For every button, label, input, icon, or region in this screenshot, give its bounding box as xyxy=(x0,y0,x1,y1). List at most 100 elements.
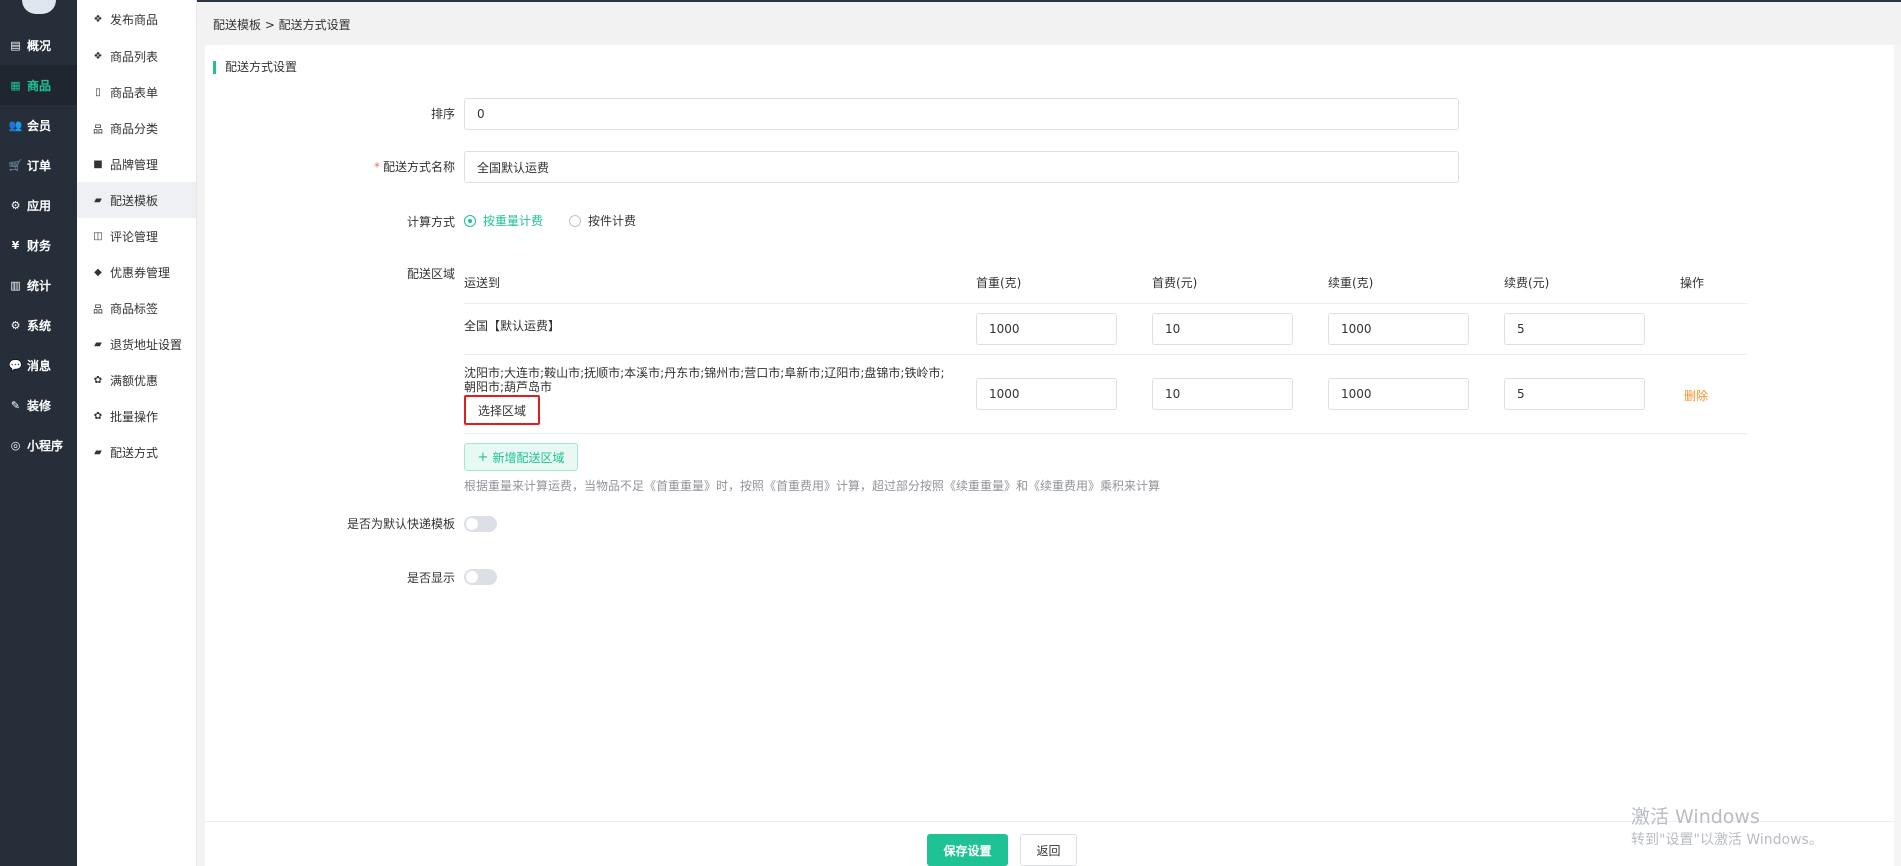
extra-weight-input[interactable] xyxy=(1328,378,1469,410)
main-nav-list: ▤ 概况 ▦ 商品 👥 会员 🛒 订单 ⚙ 应用 ¥ 财务 ▥ 统计 ⚙ 系统 💬 消息 ✎ 装修 ◎ 小程序 xyxy=(0,25,77,465)
submenu-item-12[interactable]: ▰ 配送方式 xyxy=(77,434,196,470)
cubes-icon: ❖ xyxy=(93,13,103,25)
nav-item-4[interactable]: ⚙ 应用 xyxy=(0,185,77,225)
submenu-item-label: 配送模板 xyxy=(110,193,159,208)
back-button[interactable]: 返回 xyxy=(1020,834,1077,866)
nav-item-label: 应用 xyxy=(27,198,52,213)
submenu-item-label: 配送方式 xyxy=(110,445,159,460)
table-divider xyxy=(464,303,1748,304)
shipping-name-label: * 配送方式名称 xyxy=(205,158,455,175)
save-button[interactable]: 保存设置 xyxy=(927,834,1008,866)
submenu-item-6[interactable]: ◫ 评论管理 xyxy=(77,218,196,254)
members-icon: 👥 xyxy=(8,118,23,132)
nav-item-label: 商品 xyxy=(27,78,52,93)
nav-item-label: 统计 xyxy=(27,278,52,293)
nav-item-9[interactable]: ✎ 装修 xyxy=(0,385,77,425)
submenu-item-5[interactable]: ▰ 配送模板 xyxy=(77,182,196,218)
default-template-label: 是否为默认快递模板 xyxy=(346,517,455,531)
submenu-item-2[interactable]: ▯ 商品表单 xyxy=(77,74,196,110)
sitemap-icon: 品 xyxy=(93,304,103,316)
nav-item-label: 订单 xyxy=(27,158,52,173)
goods-icon: ▦ xyxy=(10,78,21,92)
cogs-icon: ⚙ xyxy=(10,318,21,332)
columns-icon: ◫ xyxy=(93,230,103,242)
overview-icon: ▤ xyxy=(10,38,21,52)
yen-icon: ¥ xyxy=(11,238,20,252)
nav-item-8[interactable]: 💬 消息 xyxy=(0,345,77,385)
sort-input[interactable] xyxy=(464,98,1459,130)
nav-item-label: 小程序 xyxy=(27,438,64,453)
nav-item-1[interactable]: ▦ 商品 xyxy=(0,65,77,105)
col-header-first-fee: 首费(元) xyxy=(1152,276,1198,290)
first-weight-input[interactable] xyxy=(976,378,1117,410)
submenu-item-label: 品牌管理 xyxy=(110,157,159,172)
main-nav: ▤ 概况 ▦ 商品 👥 会员 🛒 订单 ⚙ 应用 ¥ 财务 ▥ 统计 ⚙ 系统 💬 消息 ✎ 装修 ◎ 小程序 xyxy=(0,0,77,866)
radio-dot-icon xyxy=(569,214,581,227)
region-line-1: 沈阳市;大连市;鞍山市;抚顺市;本溪市;丹东市;锦州市;营口市;阜新市;辽阳市;… xyxy=(464,366,945,380)
breadcrumb: 配送模板 > 配送方式设置 xyxy=(213,18,351,32)
extra-weight-input[interactable] xyxy=(1328,313,1469,345)
submenu-item-9[interactable]: ▰ 退货地址设置 xyxy=(77,326,196,362)
sitemap-icon: 品 xyxy=(93,124,103,136)
select-region-button[interactable]: 选择区域 xyxy=(464,395,540,425)
sort-label: 排序 xyxy=(430,107,455,121)
region-text: 全国【默认运费】 xyxy=(464,319,561,333)
extra-fee-input[interactable] xyxy=(1504,313,1645,345)
radio-dot-icon xyxy=(464,214,476,227)
nav-item-5[interactable]: ¥ 财务 xyxy=(0,225,77,265)
default-template-switch[interactable] xyxy=(464,516,497,532)
section-title: 配送方式设置 xyxy=(213,61,297,74)
shipping-name-label-text: 配送方式名称 xyxy=(382,160,455,174)
goods-submenu: ❖ 发布商品 ❖ 商品列表 ▯ 商品表单品商品分类 ■ 品牌管理 ▰ 配送模板 ◫ 评论管理 ◆ 优惠券管… xyxy=(77,0,197,866)
nav-item-0[interactable]: ▤ 概况 xyxy=(0,25,77,65)
nav-item-7[interactable]: ⚙ 系统 xyxy=(0,305,77,345)
calc-hint: 根据重量来计算运费，当物品不足《首重重量》时，按照《首重费用》计算，超过部分按照… xyxy=(464,479,1161,493)
col-header-extra-fee: 续费(元) xyxy=(1504,276,1550,290)
submenu-item-label: 优惠券管理 xyxy=(110,265,171,280)
top-bar xyxy=(197,0,1901,2)
submenu-item-label: 商品标签 xyxy=(110,301,159,316)
required-mark: * xyxy=(373,160,380,174)
nav-item-label: 消息 xyxy=(27,358,52,373)
chart-icon: ▥ xyxy=(10,278,21,292)
extra-fee-input[interactable] xyxy=(1504,378,1645,410)
wrench-icon: ✎ xyxy=(10,398,21,412)
submenu-item-11[interactable]: ✿ 批量操作 xyxy=(77,398,196,434)
truck-icon: ▰ xyxy=(94,194,102,206)
submenu-item-8[interactable]: 品商品标签 xyxy=(77,290,196,326)
submenu-item-7[interactable]: ◆ 优惠券管理 xyxy=(77,254,196,290)
submenu-item-label: 批量操作 xyxy=(110,409,159,424)
nav-item-label: 会员 xyxy=(27,118,52,133)
delete-link[interactable]: 删除 xyxy=(1684,387,1708,404)
submenu-item-label: 评论管理 xyxy=(110,229,159,244)
submenu-item-4[interactable]: ■ 品牌管理 xyxy=(77,146,196,182)
first-fee-input[interactable] xyxy=(1152,378,1293,410)
shipping-name-input[interactable] xyxy=(464,151,1459,183)
briefcase-icon: ■ xyxy=(93,158,103,170)
form-panel: 配送方式设置 排序 *配送方式名称 计算方式 按重量计费 按件计费 配送区域 运… xyxy=(205,45,1894,821)
radio-by-weight[interactable]: 按重量计费 xyxy=(464,212,543,229)
first-fee-input[interactable] xyxy=(1152,313,1293,345)
nav-item-2[interactable]: 👥 会员 xyxy=(0,105,77,145)
submenu-item-label: 发布商品 xyxy=(110,12,159,27)
area-label: 配送区域 xyxy=(406,267,455,281)
col-header-extra-weight: 续重(克) xyxy=(1328,276,1374,290)
show-switch[interactable] xyxy=(464,569,497,585)
gift-icon: ✿ xyxy=(93,374,103,386)
submenu-item-1[interactable]: ❖ 商品列表 xyxy=(77,38,196,74)
radio-by-piece[interactable]: 按件计费 xyxy=(569,212,636,229)
add-area-button[interactable]: + 新增配送区域 xyxy=(464,443,578,471)
scrollbar-track[interactable] xyxy=(1894,45,1901,866)
first-weight-input[interactable] xyxy=(976,313,1117,345)
submenu-item-0[interactable]: ❖ 发布商品 xyxy=(77,0,196,38)
file-icon: ▯ xyxy=(95,86,101,98)
submenu-item-3[interactable]: 品商品分类 xyxy=(77,110,196,146)
submenu-item-10[interactable]: ✿ 满额优惠 xyxy=(77,362,196,398)
col-header-action: 操作 xyxy=(1680,276,1705,290)
cart-icon: 🛒 xyxy=(8,158,23,172)
nav-item-3[interactable]: 🛒 订单 xyxy=(0,145,77,185)
calc-method-label: 计算方式 xyxy=(406,215,455,229)
nav-item-6[interactable]: ▥ 统计 xyxy=(0,265,77,305)
cubes-icon: ❖ xyxy=(93,50,103,62)
nav-item-10[interactable]: ◎ 小程序 xyxy=(0,425,77,465)
